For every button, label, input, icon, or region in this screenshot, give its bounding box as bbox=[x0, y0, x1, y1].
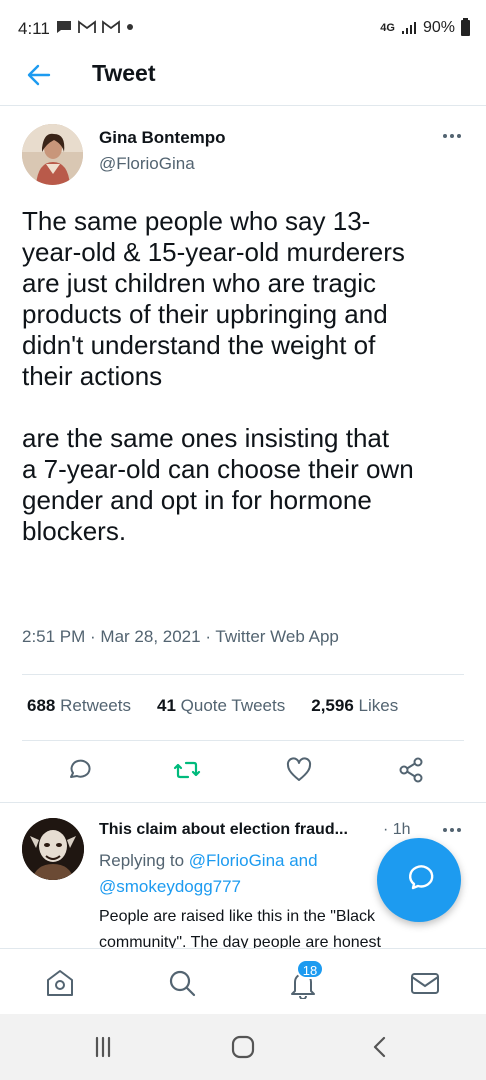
top-app-bar: Tweet bbox=[0, 56, 486, 106]
retweets-label: Retweets bbox=[60, 696, 131, 715]
likes-count: 2,596 bbox=[311, 696, 354, 715]
author-name[interactable]: Gina Bontempo bbox=[99, 128, 226, 148]
reply-separator bbox=[0, 802, 486, 803]
replying-link[interactable]: @FlorioGina and bbox=[189, 851, 318, 870]
replying-link-2[interactable]: @smokeydogg777 bbox=[99, 877, 241, 897]
gmail-icon bbox=[78, 20, 96, 33]
more-options-icon[interactable] bbox=[440, 128, 464, 144]
author-avatar[interactable] bbox=[22, 124, 83, 185]
bottom-navigation: 18 bbox=[0, 948, 486, 1014]
quote-tweets-stat[interactable]: 41 Quote Tweets bbox=[157, 696, 285, 716]
tweet-stats: 688 Retweets 41 Quote Tweets 2,596 Likes bbox=[27, 696, 398, 716]
author-handle[interactable]: @FlorioGina bbox=[99, 154, 195, 174]
avatar-photo bbox=[22, 124, 83, 185]
battery-percent: 90% bbox=[422, 19, 455, 36]
messages-icon[interactable] bbox=[409, 967, 441, 999]
status-right: 4G 90% bbox=[380, 18, 470, 37]
tweet-actions bbox=[0, 755, 486, 789]
network-type: 4G bbox=[380, 22, 395, 34]
more-options-icon[interactable] bbox=[440, 822, 464, 838]
status-time: 4:11 bbox=[18, 19, 50, 38]
retweets-stat[interactable]: 688 Retweets bbox=[27, 696, 131, 716]
page-title: Tweet bbox=[92, 60, 156, 86]
system-navigation-bar bbox=[0, 1014, 486, 1080]
recent-apps-icon[interactable] bbox=[88, 1034, 118, 1060]
likes-stat[interactable]: 2,596 Likes bbox=[311, 696, 398, 716]
replying-to: Replying to @FlorioGina and bbox=[99, 851, 318, 871]
reply-avatar[interactable] bbox=[22, 818, 84, 880]
replying-prefix: Replying to bbox=[99, 851, 185, 870]
back-arrow-icon[interactable] bbox=[26, 62, 52, 88]
status-bar: 4:11 4G 90% bbox=[0, 0, 486, 56]
quotes-count: 41 bbox=[156, 696, 176, 715]
back-button-icon[interactable] bbox=[366, 1034, 396, 1060]
home-button-icon[interactable] bbox=[228, 1034, 258, 1060]
reply-bubble-icon bbox=[409, 865, 434, 890]
reply-author-name[interactable]: This claim about election fraud... bbox=[99, 821, 379, 839]
share-icon[interactable] bbox=[396, 755, 426, 785]
likes-label: Likes bbox=[358, 696, 399, 715]
compose-reply-button[interactable] bbox=[377, 838, 461, 922]
retweets-count: 688 bbox=[27, 696, 56, 715]
tweet-timestamp: 2:51 PM · Mar 28, 2021 · Twitter Web App bbox=[22, 627, 339, 646]
retweet-icon[interactable] bbox=[172, 755, 202, 785]
notification-badge: 18 bbox=[296, 959, 324, 979]
dot-icon bbox=[127, 24, 133, 30]
home-icon[interactable] bbox=[44, 967, 76, 999]
battery-icon bbox=[461, 18, 470, 36]
reply-icon[interactable] bbox=[63, 755, 93, 785]
divider bbox=[22, 674, 464, 675]
avatar-photo bbox=[22, 818, 84, 880]
chat-icon bbox=[57, 21, 71, 33]
quotes-label: Quote Tweets bbox=[180, 696, 286, 715]
tweet-text: The same people who say 13- year-old & 1… bbox=[22, 206, 414, 546]
reply-time: · 1h bbox=[383, 821, 411, 838]
divider bbox=[22, 740, 464, 741]
signal-icon bbox=[401, 22, 416, 34]
search-icon[interactable] bbox=[166, 967, 198, 999]
gmail-icon bbox=[102, 20, 120, 33]
like-icon[interactable] bbox=[284, 755, 314, 785]
notification-icons bbox=[56, 20, 134, 34]
